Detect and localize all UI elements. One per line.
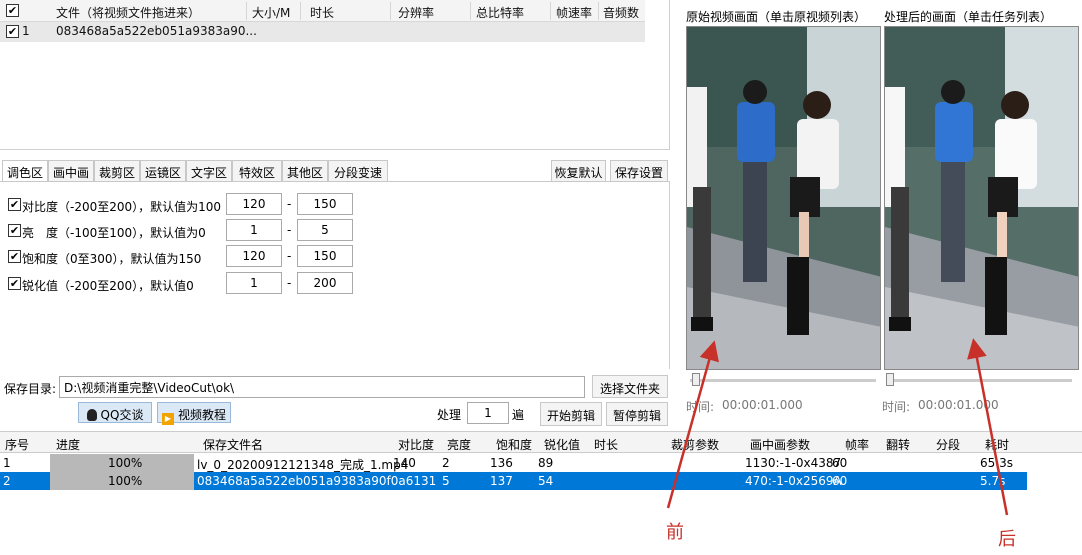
before-arrow xyxy=(666,340,719,509)
before-annotation: 前 xyxy=(666,522,684,543)
annotation-arrows xyxy=(666,338,1009,516)
after-annotation: 后 xyxy=(998,529,1016,550)
after-arrow xyxy=(967,338,1009,516)
